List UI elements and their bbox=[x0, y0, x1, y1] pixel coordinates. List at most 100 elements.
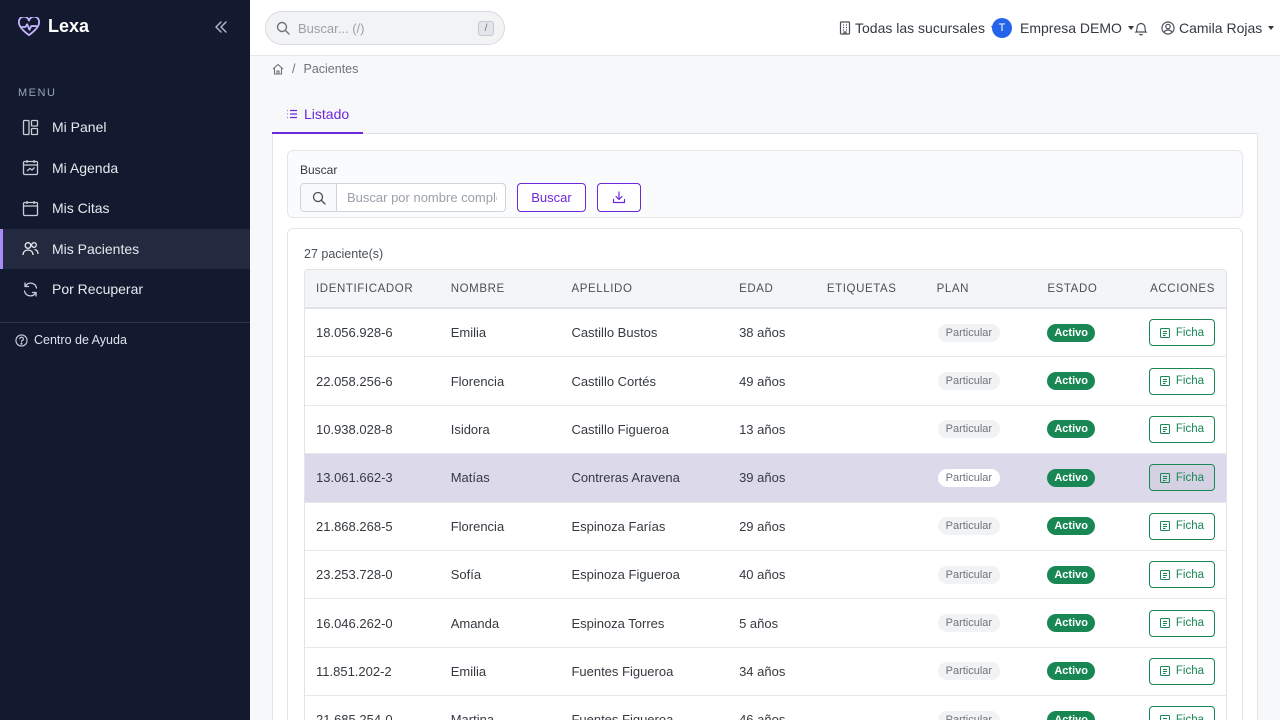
table-row[interactable]: 18.056.928-6 Emilia Castillo Bustos 38 a… bbox=[305, 309, 1226, 358]
table-row[interactable]: 10.938.028-8 Isidora Castillo Figueroa 1… bbox=[305, 405, 1226, 455]
sidebar-item-mis-citas[interactable]: Mis Citas bbox=[0, 188, 250, 228]
ficha-label: Ficha bbox=[1175, 423, 1204, 436]
cell-apellido: Contreras Aravena bbox=[571, 470, 680, 486]
cell-apellido: Castillo Figueroa bbox=[571, 421, 669, 437]
sidebar-item-por-recuperar[interactable]: Por Recuperar bbox=[0, 269, 250, 309]
status-badge: Activo bbox=[1047, 468, 1095, 487]
table-row[interactable]: 13.061.662-3 Matías Contreras Aravena 39… bbox=[305, 454, 1226, 503]
column-header: ETIQUETAS bbox=[826, 282, 897, 295]
cell-edad: 46 años bbox=[739, 712, 786, 720]
cell-estado: Activo bbox=[1047, 372, 1137, 391]
table-row[interactable]: 21.685.254-0 Martina Fuentes Figueroa 46… bbox=[305, 696, 1226, 720]
heart-pulse-icon bbox=[18, 16, 40, 37]
sidebar-item-mis-pacientes[interactable]: Mis Pacientes bbox=[0, 228, 250, 269]
help-center-link[interactable]: Centro de Ayuda bbox=[15, 333, 127, 347]
cell-acciones: Ficha bbox=[1137, 609, 1226, 637]
cell-identificador: 10.938.028-8 bbox=[316, 421, 393, 437]
cell-acciones: Ficha bbox=[1137, 512, 1226, 540]
branch-selector[interactable]: Todas las sucursales bbox=[839, 0, 997, 56]
cell-estado: Activo bbox=[1047, 710, 1137, 720]
cell-apellido: Espinoza Figueroa bbox=[571, 567, 680, 583]
sidebar-item-mi-panel[interactable]: Mi Panel bbox=[0, 107, 250, 147]
user-menu[interactable]: Camila Rojas bbox=[1161, 0, 1275, 56]
cell-acciones: Ficha bbox=[1137, 464, 1226, 492]
global-search[interactable]: / bbox=[265, 11, 505, 45]
cell-edad: 29 años bbox=[739, 518, 786, 534]
table-row[interactable]: 16.046.262-0 Amanda Espinoza Torres 5 añ… bbox=[305, 599, 1226, 648]
main-content: / Pacientes Listado Buscar Buscar por no… bbox=[250, 56, 1280, 720]
ficha-button[interactable]: Ficha bbox=[1148, 561, 1215, 589]
file-icon bbox=[1159, 472, 1170, 483]
column-header[interactable]: IDENTIFICADOR bbox=[305, 283, 451, 295]
ficha-button[interactable]: Ficha bbox=[1148, 319, 1215, 347]
filter-card: Buscar Buscar bbox=[287, 150, 1243, 218]
column-header[interactable]: PLAN bbox=[937, 283, 1048, 295]
ficha-button[interactable]: Ficha bbox=[1148, 464, 1215, 492]
cell-nombre: Emilia bbox=[450, 325, 487, 341]
ficha-button[interactable]: Ficha bbox=[1148, 609, 1215, 637]
cell-acciones: Ficha bbox=[1137, 706, 1226, 720]
patient-count: 27 paciente(s) bbox=[304, 247, 384, 261]
cell-acciones: Ficha bbox=[1137, 657, 1226, 685]
home-icon[interactable] bbox=[272, 63, 284, 75]
status-badge: Activo bbox=[1047, 420, 1095, 439]
column-header[interactable]: EDAD bbox=[739, 283, 827, 295]
cell-estado: Activo bbox=[1047, 662, 1137, 681]
patients-table: IDENTIFICADOR NOMBRE APELLIDO EDAD ETIQU… bbox=[304, 269, 1227, 720]
table-row[interactable]: 11.851.202-2 Emilia Fuentes Figueroa 34 … bbox=[305, 647, 1226, 697]
patient-search-input[interactable] bbox=[337, 184, 497, 211]
table-row[interactable]: 23.253.728-0 Sofía Espinoza Figueroa 40 … bbox=[305, 550, 1226, 600]
cell-plan: Particular bbox=[937, 614, 1048, 633]
file-icon bbox=[1159, 521, 1170, 532]
sidebar-item-mi-agenda[interactable]: Mi Agenda bbox=[0, 148, 250, 188]
plan-badge: Particular bbox=[937, 420, 1001, 439]
cell-plan: Particular bbox=[937, 372, 1048, 391]
brand[interactable]: Lexa bbox=[18, 16, 89, 37]
cell-nombre: Florencia bbox=[450, 518, 505, 534]
global-search-input[interactable] bbox=[298, 20, 468, 36]
cell-estado: Activo bbox=[1047, 517, 1137, 536]
file-icon bbox=[1159, 618, 1170, 629]
ficha-button[interactable]: Ficha bbox=[1148, 367, 1215, 395]
user-circle-icon bbox=[1161, 21, 1175, 35]
tab-listado[interactable]: Listado bbox=[272, 96, 364, 134]
ficha-label: Ficha bbox=[1175, 326, 1204, 339]
branch-label: Todas las sucursales bbox=[855, 20, 985, 36]
table-row[interactable]: 21.868.268-5 Florencia Espinoza Farías 2… bbox=[305, 502, 1226, 551]
table-header: IDENTIFICADOR NOMBRE APELLIDO EDAD ETIQU… bbox=[305, 270, 1226, 309]
cell-edad: 5 años bbox=[739, 615, 779, 631]
caret-down-icon bbox=[1268, 26, 1275, 30]
file-icon bbox=[1159, 327, 1170, 338]
ficha-button[interactable]: Ficha bbox=[1148, 415, 1215, 443]
plan-badge: Particular bbox=[937, 614, 1001, 633]
column-header[interactable]: APELLIDO bbox=[571, 283, 739, 295]
column-header[interactable]: ESTADO bbox=[1047, 283, 1137, 295]
cell-nombre: Emilia bbox=[450, 663, 487, 679]
table-row[interactable]: 22.058.256-6 Florencia Castillo Cortés 4… bbox=[305, 357, 1226, 406]
cell-plan: Particular bbox=[937, 710, 1048, 720]
status-badge: Activo bbox=[1047, 565, 1095, 584]
download-button[interactable] bbox=[597, 183, 641, 212]
status-badge: Activo bbox=[1047, 662, 1095, 681]
notifications-button[interactable] bbox=[1134, 0, 1148, 56]
ficha-button[interactable]: Ficha bbox=[1148, 706, 1215, 720]
plan-badge: Particular bbox=[937, 517, 1001, 536]
ficha-label: Ficha bbox=[1175, 665, 1204, 678]
cell-apellido: Castillo Bustos bbox=[571, 325, 658, 341]
cell-acciones: Ficha bbox=[1137, 415, 1226, 443]
file-icon bbox=[1159, 714, 1170, 720]
cell-estado: Activo bbox=[1047, 468, 1137, 487]
ficha-label: Ficha bbox=[1175, 471, 1204, 484]
cell-identificador: 16.046.262-0 bbox=[316, 615, 393, 631]
cell-nombre: Matías bbox=[450, 470, 490, 486]
ficha-button[interactable]: Ficha bbox=[1148, 512, 1215, 540]
column-header[interactable]: NOMBRE bbox=[451, 283, 572, 295]
collapse-sidebar-button[interactable] bbox=[213, 19, 229, 35]
cell-edad: 49 años bbox=[739, 373, 786, 389]
cell-plan: Particular bbox=[937, 565, 1048, 584]
cell-nombre: Florencia bbox=[450, 373, 505, 389]
search-button[interactable]: Buscar bbox=[517, 183, 586, 212]
company-selector[interactable]: T Empresa DEMO bbox=[992, 0, 1134, 56]
tabs: Listado bbox=[272, 96, 1258, 134]
ficha-button[interactable]: Ficha bbox=[1148, 657, 1215, 685]
